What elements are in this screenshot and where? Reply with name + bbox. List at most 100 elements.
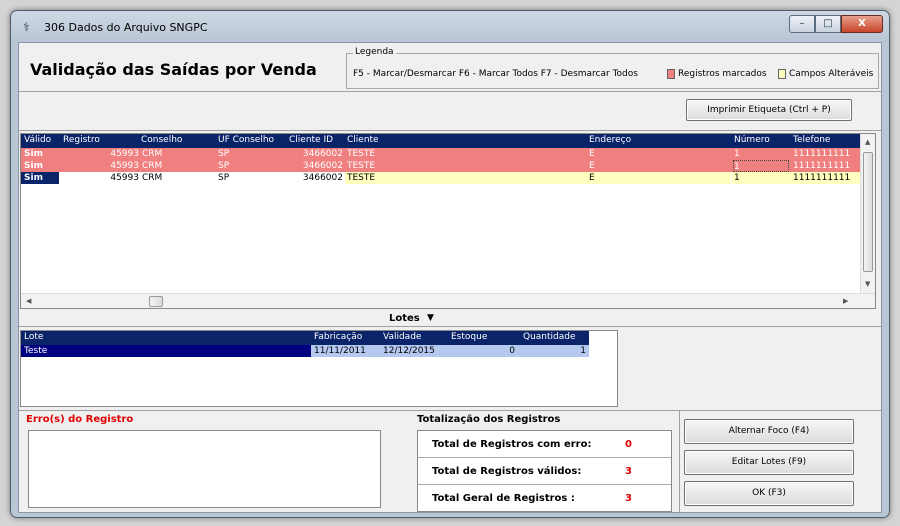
ok-button[interactable]: OK (F3) [684,481,854,506]
cell-cliente-id: 3466002 [302,149,343,159]
col-numero[interactable]: Número [734,135,770,145]
legend-title: Legenda [353,47,396,57]
errors-list[interactable] [28,430,381,508]
table-row[interactable]: Sim 45993 CRM SP 3466002 TESTE E 1 11111… [21,160,861,172]
cell-telefone[interactable]: 1111111111 [791,172,861,184]
legend-marked-label: Registros marcados [678,69,767,79]
cell-conselho: CRM [142,149,163,159]
cell-numero: 1 [734,149,740,159]
window: ⚕ 306 Dados do Arquivo SNGPC – □ X Valid… [10,10,890,518]
cell-validade: 12/12/2015 [380,345,448,357]
col-valido[interactable]: Válido [24,135,51,145]
col-telefone[interactable]: Telefone [793,135,830,145]
legend-shortcuts: F5 - Marcar/Desmarcar F6 - Marcar Todos … [353,69,638,79]
editar-lotes-button[interactable]: Editar Lotes (F9) [684,450,854,475]
total-errors-value: 0 [625,439,632,450]
total-all-value: 3 [625,493,632,504]
cell-cliente: TESTE [347,149,376,159]
col-cliente-id[interactable]: Cliente ID [289,135,333,145]
cell-conselho: CRM [142,173,163,183]
bottom-panel: Erro(s) do Registro Totalização dos Regi… [19,410,881,514]
cell-numero[interactable]: 1 [732,172,791,184]
cell-cliente[interactable]: TESTE [345,172,587,184]
totals-row: Total de Registros válidos: 3 [418,458,671,485]
grid-header: Válido Registro Conselho UF Conselho Cli… [21,134,861,148]
col-quantidade[interactable]: Quantidade [523,332,576,342]
scroll-left-icon[interactable]: ◀ [26,297,31,305]
grid-vertical-scrollbar[interactable]: ▲ ▼ [860,134,875,294]
app-icon: ⚕ [23,20,30,34]
totals-box: Total de Registros com erro: 0 Total de … [417,430,672,512]
cell-telefone: 1111111111 [793,161,851,171]
col-registro[interactable]: Registro [63,135,100,145]
cell-registro: 45993 [110,161,139,171]
cell-valido: Sim [24,149,43,159]
lote-row[interactable]: Teste 11/11/2011 12/12/2015 0 1 [21,345,589,357]
col-validade[interactable]: Validade [383,332,421,342]
editable-swatch [778,69,786,79]
toolbar: Imprimir Etiqueta (Ctrl + P) [19,93,881,131]
cell-cliente-id: 3466002 [302,173,343,183]
cell-uf: SP [218,161,230,171]
errors-title: Erro(s) do Registro [26,414,134,425]
table-row[interactable]: Sim 45993 CRM SP 3466002 TESTE E 1 11111… [21,148,861,160]
scroll-up-icon[interactable]: ▲ [865,138,870,146]
legend-box: Legenda F5 - Marcar/Desmarcar F6 - Marca… [346,47,879,89]
legend-editable-label: Campos Alteráveis [789,69,874,79]
cell-telefone: 1111111111 [793,149,851,159]
grid-horizontal-scrollbar[interactable]: ◀ ▶ [21,293,875,308]
scroll-down-icon[interactable]: ▼ [865,280,870,288]
col-fabricacao[interactable]: Fabricação [314,332,362,342]
page-title: Validação das Saídas por Venda [30,60,317,79]
col-conselho[interactable]: Conselho [141,135,182,145]
lotes-grid[interactable]: Lote Fabricação Validade Estoque Quantid… [20,330,618,407]
chevron-down-icon[interactable]: ▼ [427,313,434,323]
cell-registro: 45993 [110,149,139,159]
maximize-button[interactable]: □ [815,15,841,33]
total-valid-value: 3 [625,466,632,477]
cell-valido: Sim [24,161,43,171]
cell-quantidade[interactable]: 1 [518,345,589,357]
print-label-button[interactable]: Imprimir Etiqueta (Ctrl + P) [686,99,852,121]
window-title: 306 Dados do Arquivo SNGPC [44,21,208,34]
cell-valido: Sim [21,172,59,184]
col-endereco[interactable]: Endereço [589,135,631,145]
cell-estoque: 0 [448,345,518,357]
client-area: Validação das Saídas por Venda Legenda F… [18,42,882,514]
col-lote[interactable]: Lote [24,332,43,342]
close-button[interactable]: X [841,15,883,33]
cell-numero[interactable]: 1 [733,160,789,172]
col-cliente[interactable]: Cliente [347,135,379,145]
vertical-scroll-thumb[interactable] [863,152,873,272]
divider [679,411,680,514]
cell-endereco: E [589,149,595,159]
cell-lote: Teste [21,345,311,357]
header: Validação das Saídas por Venda Legenda F… [19,43,881,92]
cell-conselho: CRM [142,161,163,171]
title-bar[interactable]: ⚕ 306 Dados do Arquivo SNGPC – □ X [11,11,889,41]
cell-registro: 45993 [110,173,139,183]
lotes-label[interactable]: Lotes [389,313,420,324]
col-estoque[interactable]: Estoque [451,332,487,342]
table-row[interactable]: Sim 45993 CRM SP 3466002 TESTE E 1 11111… [21,172,861,184]
minimize-button[interactable]: – [789,15,815,33]
cell-endereco: E [589,161,595,171]
totals-row: Total de Registros com erro: 0 [418,431,671,458]
lotes-toggle-bar[interactable]: Lotes ▼ [19,309,881,327]
total-valid-label: Total de Registros válidos: [432,466,582,477]
marked-swatch [667,69,675,79]
cell-uf: SP [218,173,230,183]
cell-fabricacao: 11/11/2011 [311,345,380,357]
cell-uf: SP [218,149,230,159]
cell-endereco[interactable]: E [587,172,731,184]
col-uf-conselho[interactable]: UF Conselho [218,135,274,145]
lotes-grid-header: Lote Fabricação Validade Estoque Quantid… [21,331,589,345]
total-errors-label: Total de Registros com erro: [432,439,592,450]
totals-title: Totalização dos Registros [417,414,561,425]
scroll-right-icon[interactable]: ▶ [843,297,848,305]
records-grid[interactable]: Válido Registro Conselho UF Conselho Cli… [20,133,876,309]
alternar-foco-button[interactable]: Alternar Foco (F4) [684,419,854,444]
horizontal-scroll-thumb[interactable] [149,296,163,307]
total-all-label: Total Geral de Registros : [432,493,575,504]
cell-cliente: TESTE [347,161,376,171]
